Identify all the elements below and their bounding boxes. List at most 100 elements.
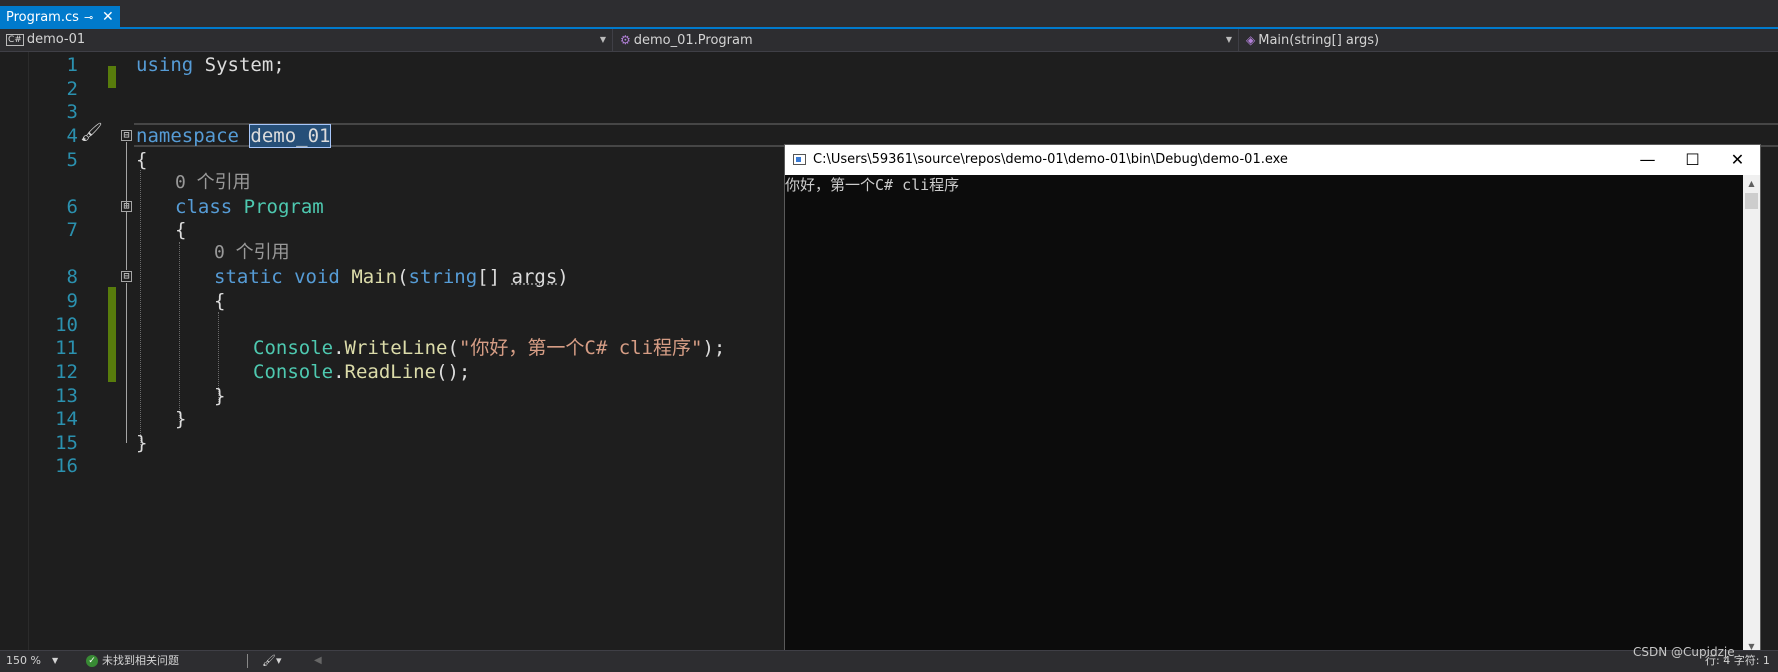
punct: [] xyxy=(477,266,512,288)
chevron-down-icon[interactable]: ▼ xyxy=(52,651,58,671)
change-marker xyxy=(108,287,116,382)
member-dropdown[interactable]: ◈ Main(string[] args) xyxy=(1240,29,1778,51)
project-dropdown[interactable]: C# demo-01 ▼ xyxy=(0,29,613,51)
type-name: Program xyxy=(243,196,324,218)
quick-actions-brush-icon[interactable]: 🖌 xyxy=(80,122,103,143)
punct: ); xyxy=(702,337,726,359)
method-icon: ◈ xyxy=(1246,33,1256,47)
line-number: 15 xyxy=(55,432,78,454)
line-number: 7 xyxy=(66,219,78,241)
code-line-9: { xyxy=(214,290,226,312)
code-line-12: Console.ReadLine(); xyxy=(253,360,470,384)
scroll-thumb[interactable] xyxy=(1745,193,1758,209)
status-bar: 150 % ▼ ✓ 未找到相关问题 🖌▾ ◀ 行: 4 字符: 1 xyxy=(0,650,1778,672)
line-number: 13 xyxy=(55,385,78,407)
code-line-7: { xyxy=(175,219,187,241)
line-number: 3 xyxy=(66,101,78,123)
punct: (); xyxy=(436,361,471,383)
punct: ) xyxy=(557,266,569,288)
divider xyxy=(247,654,248,668)
close-button[interactable]: ✕ xyxy=(1715,145,1760,175)
line-number: 9 xyxy=(66,290,78,312)
navigation-bar: C# demo-01 ▼ ⚙ demo_01.Program ▼ ◈ Main(str… xyxy=(0,29,1778,52)
console-output-line: 你好，第一个C# cli程序 xyxy=(785,176,960,194)
member-name: Main(string[] args) xyxy=(1258,33,1380,48)
punct: ( xyxy=(447,337,459,359)
console-app-icon xyxy=(793,154,806,165)
code-line-4: namespace demo_01 xyxy=(136,124,332,148)
code-line-6: class Program xyxy=(175,195,324,219)
keyword: class xyxy=(175,196,233,218)
keyword: namespace xyxy=(136,125,239,147)
line-number: 11 xyxy=(55,337,78,359)
code-line-8: static void Main(string[] args) xyxy=(214,265,569,289)
tab-label: Program.cs xyxy=(6,10,79,25)
code-line-13: } xyxy=(214,385,226,407)
code-line-11: Console.WriteLine("你好，第一个C# cli程序"); xyxy=(253,336,725,360)
type-name: demo_01.Program xyxy=(633,33,753,48)
collapse-toggle-icon[interactable]: ⊟ xyxy=(121,130,132,141)
line-number: 12 xyxy=(55,361,78,383)
outline-line xyxy=(126,283,127,443)
watermark: CSDN @Cupidzje xyxy=(1633,645,1735,659)
console-output[interactable]: 你好，第一个C# cli程序 xyxy=(785,175,1743,654)
project-name: demo-01 xyxy=(26,32,86,47)
class-icon: ⚙ xyxy=(620,33,631,47)
close-tab-icon[interactable]: ✕ xyxy=(102,6,114,29)
chevron-down-icon: ▼ xyxy=(599,35,606,44)
codelens-reference-count[interactable]: 0 个引用 xyxy=(175,171,251,195)
line-number: 6 xyxy=(66,196,78,218)
punct: . xyxy=(333,337,345,359)
outline-line xyxy=(126,142,127,208)
console-title: C:\Users\59361\source\repos\demo-01\demo… xyxy=(813,152,1288,167)
type-name: Console xyxy=(253,337,334,359)
zoom-level[interactable]: 150 % xyxy=(6,651,41,671)
punct: . xyxy=(333,361,345,383)
line-number: 4 xyxy=(66,125,78,147)
keyword: using xyxy=(136,54,194,76)
codelens-reference-count[interactable]: 0 个引用 xyxy=(214,241,290,265)
maximize-button[interactable]: ☐ xyxy=(1670,145,1715,175)
outline-line xyxy=(126,212,127,270)
issues-status[interactable]: 未找到相关问题 xyxy=(102,651,179,671)
string-literal: "你好，第一个C# cli程序" xyxy=(458,337,703,359)
indent-guide xyxy=(179,242,180,422)
line-number: 14 xyxy=(55,408,78,430)
code-line-15: } xyxy=(136,432,148,454)
code-line-5: { xyxy=(136,149,148,171)
tab-program-cs[interactable]: Program.cs ⊸ ✕ xyxy=(0,6,120,29)
type-name: Console xyxy=(253,361,334,383)
code-line-14: } xyxy=(175,408,187,430)
line-number: 1 xyxy=(66,54,78,76)
console-scrollbar[interactable]: ▲ ▼ xyxy=(1743,175,1760,654)
check-circle-icon: ✓ xyxy=(86,655,98,667)
method-name: WriteLine xyxy=(344,337,448,359)
line-number: 10 xyxy=(55,314,78,336)
keyword: string xyxy=(408,266,478,288)
console-title-bar[interactable]: C:\Users\59361\source\repos\demo-01\demo… xyxy=(785,145,1760,175)
type-dropdown[interactable]: ⚙ demo_01.Program ▼ xyxy=(614,29,1239,51)
collapse-toggle-icon[interactable]: ⊟ xyxy=(121,271,132,282)
selected-identifier[interactable]: demo_01 xyxy=(249,124,332,148)
parameter-name: args xyxy=(511,266,558,288)
scroll-up-icon[interactable]: ▲ xyxy=(1743,175,1760,192)
code-cleanup-icon[interactable]: 🖌▾ xyxy=(262,651,282,671)
minimize-button[interactable]: — xyxy=(1625,145,1670,175)
code-line-1: using System; xyxy=(136,53,285,77)
line-number: 2 xyxy=(66,78,78,100)
chevron-down-icon: ▼ xyxy=(1225,35,1232,44)
keyword: static xyxy=(214,266,283,288)
line-number: 8 xyxy=(66,266,78,288)
console-window[interactable]: C:\Users\59361\source\repos\demo-01\demo… xyxy=(784,144,1761,655)
punct: ( xyxy=(397,266,409,288)
method-name: Main xyxy=(351,266,398,288)
line-number: 16 xyxy=(55,455,78,477)
code-text: System; xyxy=(193,54,285,76)
csharp-project-icon: C# xyxy=(6,33,24,46)
pin-icon[interactable]: ⊸ xyxy=(84,6,93,29)
selection-margin xyxy=(0,52,29,650)
document-tab-strip: Program.cs ⊸ ✕ xyxy=(0,0,1778,29)
keyword: void xyxy=(294,266,340,288)
indent-guide xyxy=(140,170,141,445)
scroll-left-icon[interactable]: ◀ xyxy=(314,651,322,671)
